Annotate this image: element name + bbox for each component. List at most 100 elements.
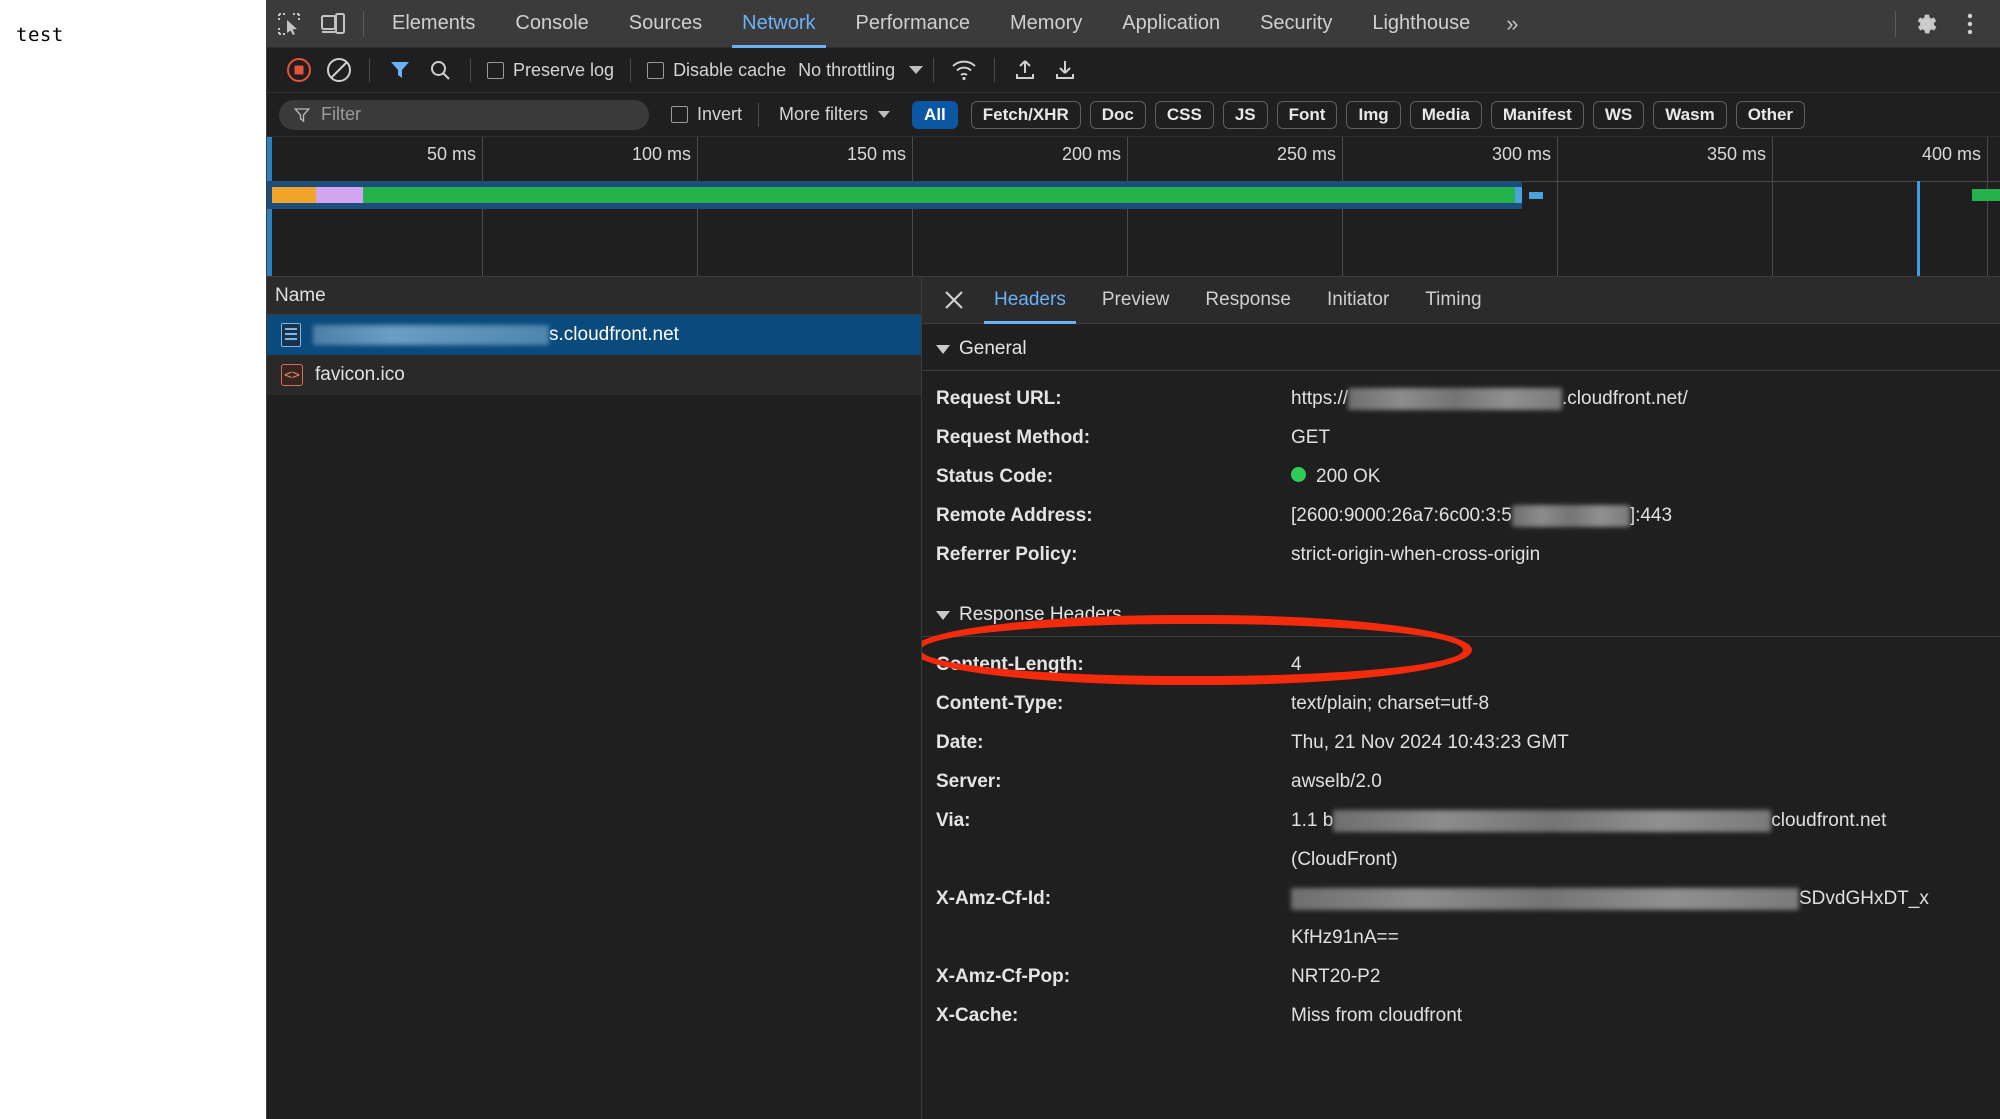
network-requests-list: Name s.cloudfront.net <> favicon.ico: [267, 277, 922, 1119]
throttling-dropdown[interactable]: No throttling: [792, 60, 924, 81]
import-har-upload-icon[interactable]: [1005, 50, 1045, 90]
header-value: strict-origin-when-cross-origin: [1291, 544, 1541, 565]
section-general-header[interactable]: General: [922, 330, 2000, 368]
preserve-log-checkbox[interactable]: Preserve log: [481, 60, 620, 81]
export-har-download-icon[interactable]: [1045, 50, 1085, 90]
toolbar-divider: [994, 58, 996, 82]
tab-timing[interactable]: Timing: [1407, 277, 1499, 324]
tab-lighthouse[interactable]: Lighthouse: [1352, 0, 1490, 48]
filter-funnel-icon[interactable]: [380, 50, 420, 90]
header-row-via-continuation: (CloudFront): [922, 840, 2000, 879]
tab-preview[interactable]: Preview: [1084, 277, 1188, 324]
header-value: https:// .cloudfront.net/: [1291, 379, 1688, 418]
table-row[interactable]: s.cloudfront.net: [267, 315, 921, 355]
network-overview-timeline[interactable]: 50 ms 100 ms 150 ms 200 ms 250 ms 300 ms…: [267, 137, 2000, 277]
header-row-x-amz-cf-pop: X-Amz-Cf-Pop: NRT20-P2: [922, 957, 2000, 996]
kebab-menu-icon[interactable]: [1948, 2, 1992, 46]
devtools-panel: Elements Console Sources Network Perform…: [266, 0, 2000, 1119]
redacted-value: [1348, 387, 1563, 410]
close-icon[interactable]: [932, 278, 976, 322]
header-value: GET: [1291, 427, 1331, 448]
toolbar-divider: [630, 58, 632, 82]
resource-type-all[interactable]: All: [912, 100, 958, 129]
request-details-tabbar: Headers Preview Response Initiator Timin…: [922, 277, 2000, 324]
header-value: [2600:9000:26a7:6c00:3:5 ]:443: [1291, 496, 1672, 535]
resource-type-css[interactable]: CSS: [1154, 100, 1214, 129]
header-value: (CloudFront): [1291, 849, 1398, 870]
search-magnifier-icon[interactable]: [420, 50, 460, 90]
ruler-tick-400ms: 400 ms: [1921, 144, 1981, 164]
network-conditions-wifi-icon[interactable]: [944, 50, 984, 90]
tab-sources[interactable]: Sources: [609, 0, 722, 48]
tab-security[interactable]: Security: [1240, 0, 1352, 48]
header-value-suffix: ]:443: [1629, 505, 1673, 526]
chevron-down-icon: [878, 111, 891, 118]
tab-memory[interactable]: Memory: [990, 0, 1102, 48]
tab-security-label: Security: [1260, 12, 1333, 34]
header-row-referrer-policy: Referrer Policy: strict-origin-when-cros…: [922, 535, 2000, 574]
overview-bar-favicon-download: [1972, 189, 2000, 201]
column-header-name: Name: [275, 284, 326, 306]
filter-input[interactable]: Filter: [279, 99, 649, 130]
disable-cache-checkbox[interactable]: Disable cache: [641, 60, 792, 81]
tab-application[interactable]: Application: [1102, 0, 1240, 48]
table-row[interactable]: <> favicon.ico: [267, 355, 921, 395]
header-row-status-code: Status Code: 200 OK: [922, 457, 2000, 496]
resource-type-media[interactable]: Media: [1409, 100, 1482, 129]
clear-network-log-icon[interactable]: [319, 50, 359, 90]
tab-response-label: Response: [1205, 289, 1291, 310]
toolbar-divider-right: [1895, 10, 1896, 37]
tab-performance[interactable]: Performance: [836, 0, 991, 48]
tab-headers-label: Headers: [994, 289, 1066, 310]
resource-type-wasm[interactable]: Wasm: [1653, 100, 1727, 129]
resource-type-media-label: Media: [1421, 104, 1470, 124]
divider: [922, 370, 2000, 371]
resource-type-manifest[interactable]: Manifest: [1490, 100, 1584, 129]
header-value-prefix: [2600:9000:26a7:6c00:3:5: [1291, 505, 1512, 526]
tab-console[interactable]: Console: [495, 0, 608, 48]
toolbar-divider: [758, 102, 760, 127]
tab-headers[interactable]: Headers: [976, 277, 1084, 324]
triangle-down-icon: [936, 610, 950, 620]
inspect-element-icon[interactable]: [267, 2, 311, 46]
network-filter-row: Filter Invert More filters All Fetch/XHR…: [267, 93, 2000, 137]
tab-elements[interactable]: Elements: [372, 0, 495, 48]
invert-checkbox[interactable]: Invert: [665, 104, 748, 125]
ruler-tick-200ms: 200 ms: [1061, 144, 1121, 164]
resource-type-img[interactable]: Img: [1346, 100, 1401, 129]
tab-network[interactable]: Network: [722, 0, 835, 48]
invert-checkbox-box: [671, 106, 688, 123]
redacted-value: [1291, 887, 1799, 910]
toolbar-divider: [369, 58, 370, 82]
document-file-icon: [281, 323, 301, 347]
header-key: Date:: [936, 732, 984, 753]
record-stop-icon[interactable]: [279, 50, 319, 90]
headers-content: General Request URL: https:// .cloudfront…: [922, 324, 2000, 1119]
gear-icon[interactable]: [1904, 2, 1948, 46]
resource-type-ws[interactable]: WS: [1592, 100, 1645, 129]
resource-type-other[interactable]: Other: [1735, 100, 1806, 129]
tab-initiator[interactable]: Initiator: [1309, 277, 1407, 324]
header-value: KfHz91nA==: [1291, 927, 1399, 948]
filter-input-placeholder: Filter: [321, 104, 361, 124]
tab-timing-label: Timing: [1425, 289, 1482, 310]
resource-type-doc[interactable]: Doc: [1089, 100, 1146, 129]
overview-bar-segment-receiving: [1515, 187, 1522, 203]
overview-bar-segment-download: [363, 187, 1515, 203]
redacted-value: [1333, 809, 1772, 832]
resource-type-font[interactable]: Font: [1276, 100, 1338, 129]
resource-type-fetch-xhr[interactable]: Fetch/XHR: [970, 100, 1081, 129]
tab-response[interactable]: Response: [1187, 277, 1309, 324]
header-key: Referrer Policy:: [936, 544, 1078, 565]
header-key: X-Amz-Cf-Pop:: [936, 966, 1071, 987]
more-filters-dropdown[interactable]: More filters: [769, 104, 900, 125]
more-tabs-chevron-icon[interactable]: »: [1490, 0, 1534, 48]
overview-event-marker-line: [1917, 181, 1920, 276]
header-row-x-cache: X-Cache: Miss from cloudfront: [922, 996, 2000, 1035]
device-toolbar-icon[interactable]: [311, 2, 355, 46]
section-response-headers-header[interactable]: Response Headers: [922, 596, 2000, 634]
requests-column-header[interactable]: Name: [267, 277, 921, 315]
resource-type-font-label: Font: [1288, 104, 1326, 124]
resource-type-js[interactable]: JS: [1222, 100, 1268, 129]
overview-bar-tail-marker: [1529, 192, 1543, 199]
